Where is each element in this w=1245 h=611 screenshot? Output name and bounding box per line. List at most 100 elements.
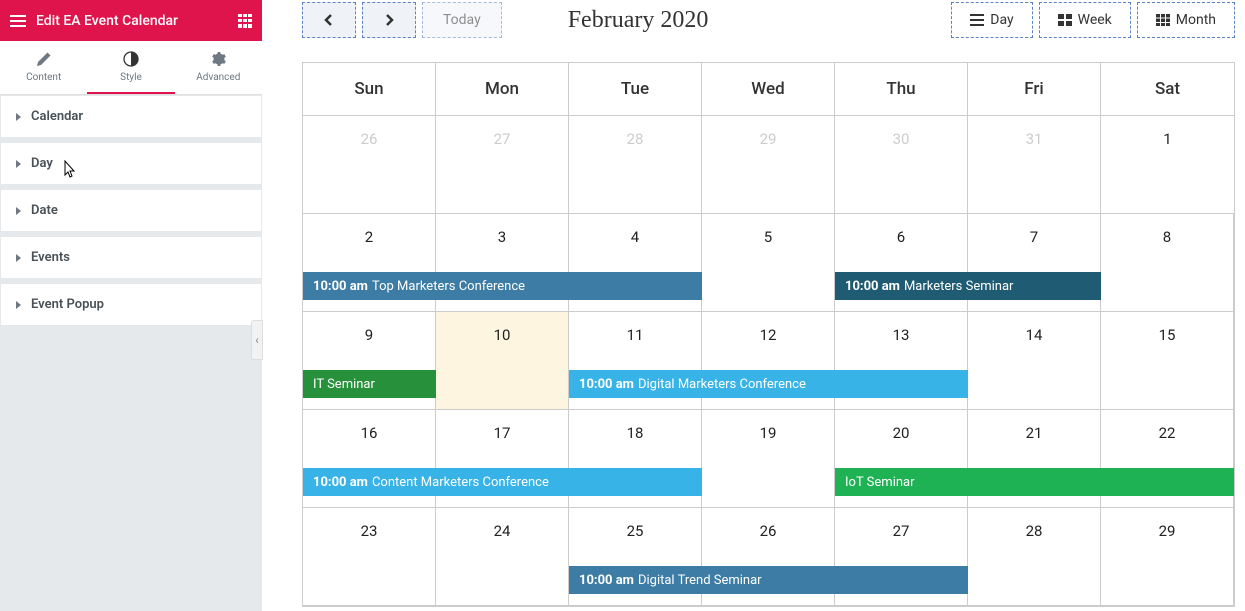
day-cell[interactable]: 27: [436, 116, 569, 214]
day-number: 18: [569, 410, 701, 442]
day-cell[interactable]: 26: [303, 116, 436, 214]
calendar-event[interactable]: 10:00 am Content Marketers Conference: [303, 468, 702, 496]
day-cell[interactable]: 5: [702, 214, 835, 312]
day-cell[interactable]: 29: [702, 116, 835, 214]
event-time: 10:00 am: [313, 279, 368, 294]
next-button[interactable]: [362, 2, 416, 38]
calendar-week-row: 2324252627282910:00 amDigital Trend Semi…: [303, 508, 1234, 606]
event-time: 10:00 am: [845, 279, 900, 294]
calendar-grid: Sun Mon Tue Wed Thu Fri Sat 262728293031…: [302, 62, 1235, 607]
calendar-toolbar: Today February 2020 Day Week Month: [302, 0, 1245, 40]
day-number: 9: [303, 312, 435, 344]
view-day-button[interactable]: Day: [951, 2, 1032, 38]
view-month-button[interactable]: Month: [1137, 2, 1235, 38]
event-title: Digital Marketers Conference: [638, 377, 806, 392]
day-cell[interactable]: 28: [968, 508, 1101, 606]
day-number: 11: [569, 312, 701, 344]
day-number: 28: [968, 508, 1100, 540]
day-number: 2: [303, 214, 435, 246]
day-cell[interactable]: 15: [1101, 312, 1234, 410]
calendar-week-row: 234567810:00 amTop Marketers Conference1…: [303, 214, 1234, 312]
event-title: IoT Seminar: [845, 475, 915, 490]
menu-icon[interactable]: [10, 15, 26, 27]
event-time: 10:00 am: [313, 475, 368, 490]
day-number: 26: [702, 508, 834, 540]
dow-cell: Wed: [702, 63, 835, 116]
preview-area: Today February 2020 Day Week Month: [262, 0, 1245, 611]
grid-icon: [1156, 14, 1170, 26]
day-number: 26: [303, 116, 435, 148]
chevron-right-icon: [383, 14, 395, 26]
day-cell[interactable]: 29: [1101, 508, 1234, 606]
today-button[interactable]: Today: [422, 2, 502, 38]
day-cell[interactable]: 1: [1101, 116, 1234, 214]
calendar-event[interactable]: 10:00 am Digital Marketers Conference: [569, 370, 968, 398]
calendar-event[interactable]: 10:00 am Marketers Seminar: [835, 272, 1101, 300]
day-cell[interactable]: 24: [436, 508, 569, 606]
calendar-event[interactable]: 10:00 amTop Marketers Conference: [303, 272, 702, 300]
elementor-sidebar: Edit EA Event Calendar Content Style: [0, 0, 262, 611]
calendar-title: February 2020: [568, 7, 709, 34]
sidebar-header: Edit EA Event Calendar: [0, 0, 262, 41]
day-number: 5: [702, 214, 834, 246]
day-of-week-header: Sun Mon Tue Wed Thu Fri Sat: [303, 63, 1234, 116]
section-day[interactable]: Day: [1, 143, 261, 184]
day-number: 13: [835, 312, 967, 344]
panel-tabs: Content Style Advanced: [0, 41, 262, 95]
tab-style[interactable]: Style: [87, 41, 174, 94]
section-events[interactable]: Events: [1, 237, 261, 278]
section-event-popup[interactable]: Event Popup: [1, 284, 261, 325]
dow-cell: Thu: [835, 63, 968, 116]
view-week-button[interactable]: Week: [1039, 2, 1131, 38]
chevron-left-icon: [323, 14, 335, 26]
day-number: 15: [1101, 312, 1233, 344]
day-cell[interactable]: 30: [835, 116, 968, 214]
event-title: Digital Trend Seminar: [638, 573, 762, 588]
day-number: 12: [702, 312, 834, 344]
event-time: 10:00 am: [579, 573, 634, 588]
calendar-event[interactable]: IT Seminar: [303, 370, 436, 398]
day-number: 27: [436, 116, 568, 148]
calendar-event[interactable]: IoT Seminar: [835, 468, 1234, 496]
event-time: 10:00 am: [579, 377, 634, 392]
dow-cell: Sat: [1101, 63, 1234, 116]
caret-right-icon: [16, 207, 21, 215]
contrast-icon: [123, 51, 139, 67]
widgets-panel-icon[interactable]: [238, 14, 252, 28]
day-cell[interactable]: 31: [968, 116, 1101, 214]
dow-cell: Sun: [303, 63, 436, 116]
day-cell[interactable]: 14: [968, 312, 1101, 410]
dow-cell: Tue: [569, 63, 702, 116]
day-cell[interactable]: 19: [702, 410, 835, 508]
prev-button[interactable]: [302, 2, 356, 38]
day-number: 22: [1101, 410, 1233, 442]
section-calendar[interactable]: Calendar: [1, 96, 261, 137]
week-icon: [1058, 14, 1072, 26]
day-cell[interactable]: 23: [303, 508, 436, 606]
tab-content[interactable]: Content: [0, 41, 87, 94]
day-number: 30: [835, 116, 967, 148]
day-cell[interactable]: 10: [436, 312, 569, 410]
calendar-event[interactable]: 10:00 am Digital Trend Seminar: [569, 566, 968, 594]
tab-label: Advanced: [196, 72, 240, 83]
day-number: 4: [569, 214, 701, 246]
list-icon: [970, 14, 984, 26]
day-number: 17: [436, 410, 568, 442]
day-cell[interactable]: 8: [1101, 214, 1234, 312]
calendar-week-row: 1617181920212210:00 amContent Marketers …: [303, 410, 1234, 508]
calendar-week-row: 9101112131415 IT Seminar 10:00 am Digital M…: [303, 312, 1234, 410]
event-title: Marketers Seminar: [904, 279, 1014, 294]
event-title: Content Marketers Conference: [372, 475, 549, 490]
day-number: 29: [1101, 508, 1233, 540]
tab-label: Content: [26, 72, 61, 83]
day-number: 8: [1101, 214, 1233, 246]
day-number: 16: [303, 410, 435, 442]
day-cell[interactable]: 28: [569, 116, 702, 214]
caret-right-icon: [16, 254, 21, 262]
style-sections: Calendar Day Date Events Event Popup: [0, 95, 262, 330]
section-date[interactable]: Date: [1, 190, 261, 231]
caret-right-icon: [16, 113, 21, 121]
day-number: 3: [436, 214, 568, 246]
day-number: 24: [436, 508, 568, 540]
tab-advanced[interactable]: Advanced: [175, 41, 262, 94]
